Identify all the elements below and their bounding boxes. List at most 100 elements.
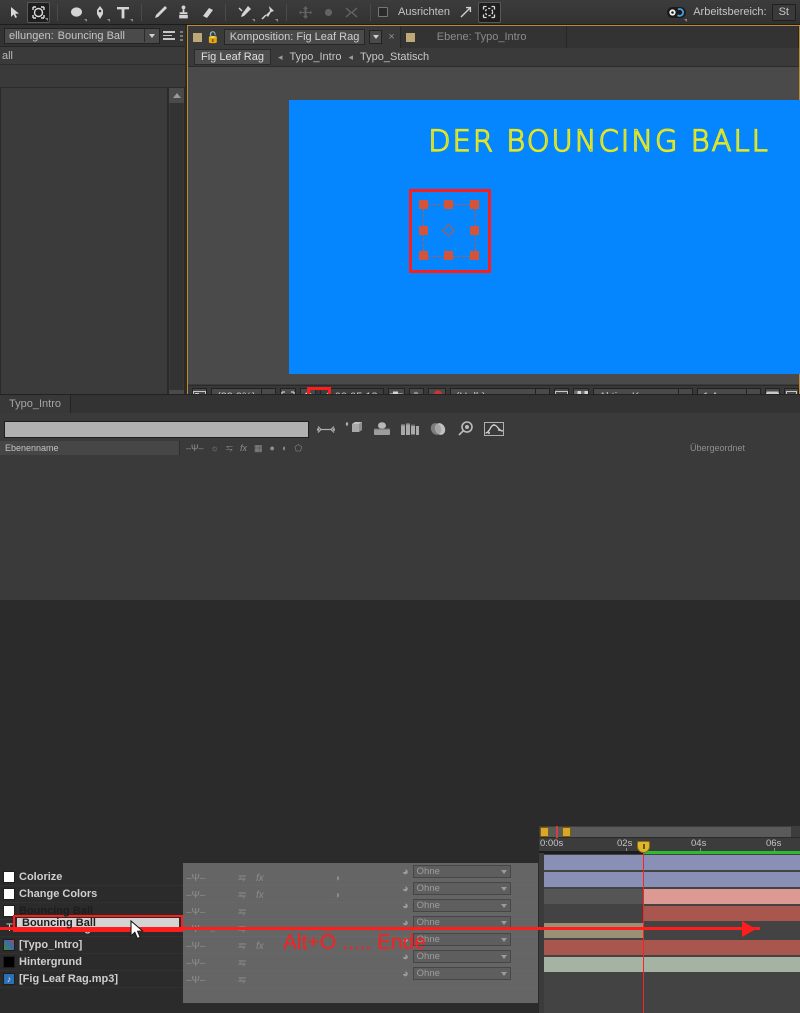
- quality-icon[interactable]: ⥧: [226, 443, 233, 454]
- switch-row[interactable]: ‒Ψ‒⥧fx◑: [186, 887, 396, 904]
- parent-select[interactable]: Ohne: [413, 865, 511, 878]
- timeline-tracks[interactable]: [539, 853, 800, 1013]
- parent-pickwhip-icon[interactable]: ◕: [402, 883, 409, 895]
- type-tool-icon[interactable]: [111, 2, 134, 23]
- brainstorm-icon[interactable]: [455, 419, 477, 439]
- chevron-down-icon[interactable]: [501, 938, 507, 942]
- hide-shy-layers-icon[interactable]: [371, 419, 393, 439]
- chevron-down-icon[interactable]: [501, 955, 507, 959]
- tab-typo-intro[interactable]: Typo_Intro: [0, 395, 71, 413]
- panel-menu-icon[interactable]: [160, 28, 178, 44]
- parent-pickwhip-icon[interactable]: ◕: [402, 968, 409, 980]
- work-area-start-handle[interactable]: [540, 827, 549, 837]
- layer-tab-label: Ebene: Typo_Intro: [437, 31, 527, 43]
- breadcrumb-item-2[interactable]: Typo_Statisch: [360, 51, 429, 63]
- breadcrumb-item-1[interactable]: Typo_Intro: [290, 51, 342, 63]
- breadcrumb-arrow-icon-2: ◂: [349, 52, 354, 63]
- layer-bar[interactable]: [643, 906, 800, 921]
- parent-select[interactable]: Ohne: [413, 950, 511, 963]
- motion-blur-icon[interactable]: ●: [270, 443, 275, 453]
- chevron-down-icon[interactable]: [501, 904, 507, 908]
- layer-bar[interactable]: [544, 940, 800, 955]
- toolbar-group-roto: [229, 0, 283, 25]
- scroll-up-icon[interactable]: [169, 88, 184, 103]
- brainstorm-icon[interactable]: [665, 2, 688, 23]
- parent-select[interactable]: Ohne: [413, 967, 511, 980]
- layer-swatch: [3, 871, 15, 883]
- chevron-down-icon[interactable]: [149, 34, 155, 38]
- timeline-column-headers: Ebenenname ‒Ψ‒ ☼ ⥧ fx ▦ ● ◐ ⬠ Übergeordn…: [0, 441, 800, 455]
- motion-blur-icon[interactable]: [427, 419, 449, 439]
- draft-3d-icon[interactable]: [343, 419, 365, 439]
- effect-controls-subtitle: all: [0, 47, 185, 65]
- effect-controls-panel: ellungen: Bouncing Ball all: [0, 25, 185, 408]
- composition-tab-dropdown[interactable]: [369, 30, 382, 44]
- chevron-down-icon[interactable]: [501, 921, 507, 925]
- panel-grip-icon[interactable]: [178, 28, 185, 44]
- layer-bar[interactable]: [544, 923, 643, 938]
- shape-tool-icon[interactable]: [65, 2, 88, 23]
- parent-select[interactable]: Ohne: [413, 933, 511, 946]
- frame-blend-icon[interactable]: ▦: [254, 443, 263, 454]
- layer-bar[interactable]: [544, 872, 800, 887]
- arrow-diagonal-icon[interactable]: [455, 2, 478, 23]
- parent-pickwhip-icon[interactable]: ◕: [402, 900, 409, 912]
- parent-select[interactable]: Ohne: [413, 882, 511, 895]
- switch-row[interactable]: ‒Ψ‒⥧: [186, 904, 396, 921]
- search-input[interactable]: [4, 421, 309, 438]
- collapse-transformations-icon[interactable]: ☼: [211, 443, 219, 453]
- adjustment-layer-icon[interactable]: ◐: [282, 443, 287, 453]
- work-area-bar[interactable]: [539, 826, 800, 838]
- shy-icon[interactable]: ‒Ψ‒: [186, 443, 204, 453]
- parent-select[interactable]: Ohne: [413, 899, 511, 912]
- timeline-toolbar: [0, 413, 800, 441]
- composition-canvas[interactable]: DER BOUNCING BALL: [289, 100, 800, 374]
- frame-blending-icon[interactable]: [399, 419, 421, 439]
- three-d-layer-icon[interactable]: ⬠: [294, 443, 302, 454]
- parent-row[interactable]: ◕ Ohne: [398, 897, 538, 914]
- switch-row[interactable]: ‒Ψ‒⥧: [186, 972, 396, 989]
- snapping-icon: [340, 2, 363, 23]
- puppet-pin-tool-icon[interactable]: [256, 2, 279, 23]
- effect-controls-scrollbar[interactable]: [168, 87, 185, 406]
- camera-orbit-tool-icon[interactable]: [27, 2, 50, 23]
- chevron-down-icon[interactable]: [501, 870, 507, 874]
- parent-row[interactable]: ◕ Ohne: [398, 863, 538, 880]
- roto-brush-tool-icon[interactable]: [233, 2, 256, 23]
- pen-tool-icon[interactable]: [88, 2, 111, 23]
- parent-row[interactable]: ◕ Ohne: [398, 880, 538, 897]
- work-area-end-handle[interactable]: [562, 827, 571, 837]
- parent-value: Ohne: [417, 883, 440, 894]
- layer-bar[interactable]: [544, 957, 800, 972]
- parent-row[interactable]: ◕ Ohne: [398, 965, 538, 982]
- switch-row[interactable]: ‒Ψ‒⥧: [186, 955, 396, 972]
- close-icon[interactable]: ×: [386, 31, 394, 43]
- layer-bar[interactable]: [544, 855, 800, 870]
- chevron-down-icon[interactable]: [501, 972, 507, 976]
- layer-bar-selected[interactable]: [643, 889, 800, 904]
- clone-stamp-tool-icon[interactable]: [172, 2, 195, 23]
- effects-icon[interactable]: fx: [240, 443, 247, 453]
- composition-tabbar: 🔓 Komposition: Fig Leaf Rag × Ebene: Typ…: [188, 26, 799, 48]
- parent-value: Ohne: [417, 968, 440, 979]
- composition-mini-flowchart-icon[interactable]: [315, 419, 337, 439]
- effect-controls-tab[interactable]: ellungen: Bouncing Ball: [4, 28, 160, 44]
- switch-row[interactable]: ‒Ψ‒⥧fx◑: [186, 870, 396, 887]
- composition-stage[interactable]: DER BOUNCING BALL: [188, 67, 799, 384]
- eraser-tool-icon[interactable]: [195, 2, 218, 23]
- column-header-layer-name[interactable]: Ebenenname: [0, 441, 180, 455]
- chevron-down-icon[interactable]: [501, 887, 507, 891]
- mask-shape-icon[interactable]: [478, 2, 501, 23]
- parent-pickwhip-icon[interactable]: ◕: [402, 866, 409, 878]
- brush-tool-icon[interactable]: [149, 2, 172, 23]
- lock-icon[interactable]: 🔓: [206, 31, 220, 44]
- scroll-track[interactable]: [170, 103, 183, 390]
- tab-composition-fig-leaf-rag[interactable]: 🔓 Komposition: Fig Leaf Rag ×: [188, 26, 401, 48]
- workspace-select[interactable]: St: [772, 4, 796, 21]
- graph-editor-icon[interactable]: [483, 419, 505, 439]
- breadcrumb-item-0[interactable]: Fig Leaf Rag: [194, 49, 271, 65]
- tab-layer-typo-intro[interactable]: Ebene: Typo_Intro: [401, 26, 568, 48]
- selection-tool-icon[interactable]: [4, 2, 27, 23]
- align-checkbox[interactable]: [378, 7, 388, 17]
- work-area-span[interactable]: [548, 827, 791, 837]
